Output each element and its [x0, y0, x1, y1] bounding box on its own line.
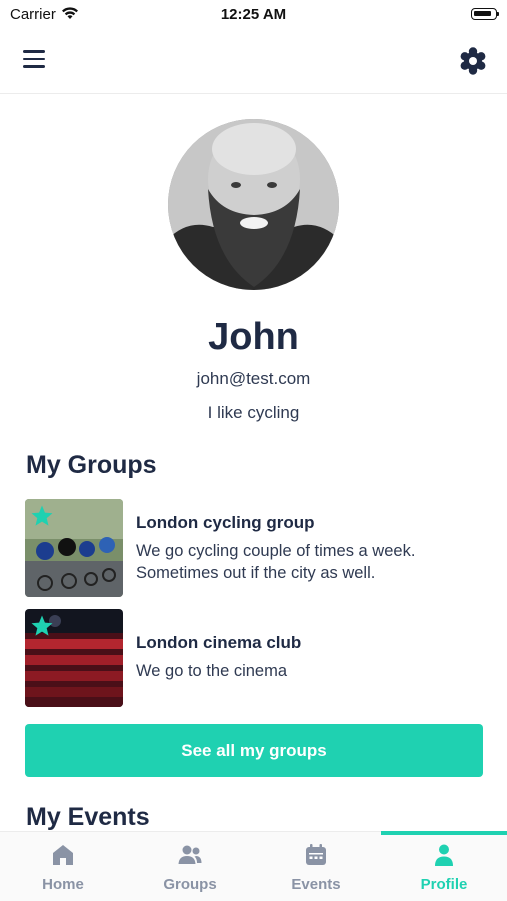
top-bar: [0, 28, 507, 94]
tab-label: Home: [42, 876, 84, 893]
my-events-heading: My Events: [26, 803, 150, 831]
battery-icon: [471, 8, 499, 20]
group-description: We go cycling couple of times a week. So…: [136, 542, 416, 582]
see-all-groups-button[interactable]: See all my groups: [25, 724, 483, 777]
tab-label: Profile: [420, 876, 468, 893]
group-thumbnail-cinema: [25, 609, 123, 707]
star-icon: [31, 615, 53, 636]
profile-avatar: [168, 119, 339, 290]
clock: 12:25 AM: [220, 6, 287, 23]
profile-email: john@test.com: [196, 369, 311, 388]
hamburger-menu-icon[interactable]: [22, 50, 48, 72]
tab-profile[interactable]: Profile: [381, 831, 507, 901]
calendar-icon: [306, 844, 326, 865]
tab-groups[interactable]: Groups: [127, 832, 253, 901]
people-icon: [178, 845, 202, 864]
group-item-cycling[interactable]: London cycling group We go cycling coupl…: [25, 499, 485, 598]
tab-label: Events: [291, 876, 341, 893]
tab-events[interactable]: Events: [253, 832, 379, 901]
status-bar: Carrier 12:25 AM: [0, 0, 507, 28]
bottom-tab-bar: Home Groups Events Profile: [0, 831, 507, 901]
group-title: London cinema club: [136, 633, 302, 652]
group-description: We go to the cinema: [136, 662, 288, 680]
tab-home[interactable]: Home: [0, 832, 126, 901]
profile-bio: I like cycling: [207, 403, 300, 422]
tab-label: Groups: [163, 876, 217, 893]
home-icon: [53, 845, 73, 865]
group-thumbnail-cycling: [25, 499, 123, 597]
group-item-cinema[interactable]: London cinema club We go to the cinema: [25, 609, 485, 708]
settings-gear-icon[interactable]: [458, 46, 488, 76]
person-icon: [435, 844, 453, 866]
group-title: London cycling group: [136, 513, 315, 532]
star-icon: [31, 505, 53, 526]
my-groups-heading: My Groups: [26, 451, 157, 479]
profile-name: John: [208, 316, 299, 358]
